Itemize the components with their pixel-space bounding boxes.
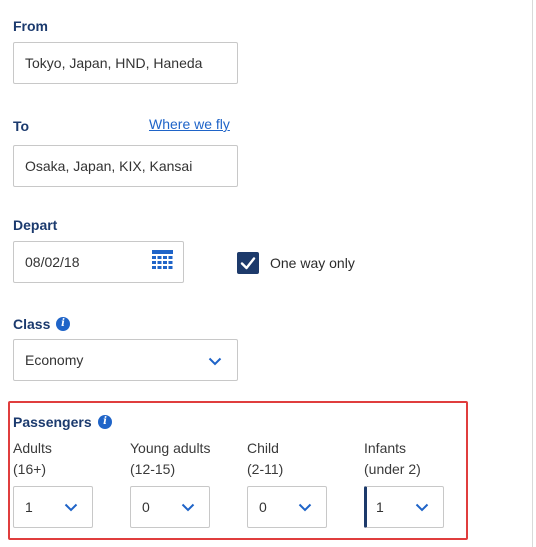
from-value: Tokyo, Japan, HND, Haneda: [25, 55, 203, 71]
young-adults-select[interactable]: 0: [130, 486, 210, 528]
class-label: Class: [13, 316, 51, 332]
child-label: Child: [247, 440, 279, 456]
checkmark-icon: [240, 257, 256, 270]
adults-value: 1: [25, 499, 33, 515]
adults-select[interactable]: 1: [13, 486, 93, 528]
infants-chevron-down-icon: [415, 503, 429, 512]
calendar-icon[interactable]: [152, 250, 173, 271]
to-field[interactable]: Osaka, Japan, KIX, Kansai: [13, 145, 238, 187]
passengers-label: Passengers: [13, 414, 92, 430]
depart-date-value: 08/02/18: [25, 254, 80, 270]
panel-divider: [532, 0, 533, 547]
depart-label: Depart: [13, 217, 58, 233]
child-range: (2-11): [247, 461, 284, 477]
infants-label: Infants: [364, 440, 407, 456]
one-way-checkbox[interactable]: [237, 252, 259, 274]
child-chevron-down-icon: [298, 503, 312, 512]
young-adults-chevron-down-icon: [181, 503, 195, 512]
child-select[interactable]: 0: [247, 486, 327, 528]
child-value: 0: [259, 499, 267, 515]
one-way-label[interactable]: One way only: [270, 255, 355, 271]
flight-search-panel: From Tokyo, Japan, HND, Haneda To Where …: [0, 0, 536, 547]
to-value: Osaka, Japan, KIX, Kansai: [25, 158, 193, 174]
young-adults-label: Young adults: [130, 440, 211, 456]
infants-range: (under 2): [364, 461, 421, 477]
adults-label: Adults: [13, 440, 52, 456]
young-adults-range: (12-15): [130, 461, 176, 477]
from-field[interactable]: Tokyo, Japan, HND, Haneda: [13, 42, 238, 84]
from-label: From: [13, 18, 48, 34]
adults-range: (16+): [13, 461, 47, 477]
adults-chevron-down-icon: [64, 503, 78, 512]
class-chevron-down-icon: [208, 357, 222, 366]
infants-select[interactable]: 1: [364, 486, 444, 528]
passengers-info-icon[interactable]: i: [98, 415, 112, 429]
class-select[interactable]: Economy: [13, 339, 238, 381]
young-adults-value: 0: [142, 499, 150, 515]
infants-value: 1: [376, 499, 384, 515]
class-info-icon[interactable]: i: [56, 317, 70, 331]
where-we-fly-link[interactable]: Where we fly: [149, 116, 230, 132]
to-label: To: [13, 118, 30, 134]
class-value: Economy: [25, 352, 84, 368]
